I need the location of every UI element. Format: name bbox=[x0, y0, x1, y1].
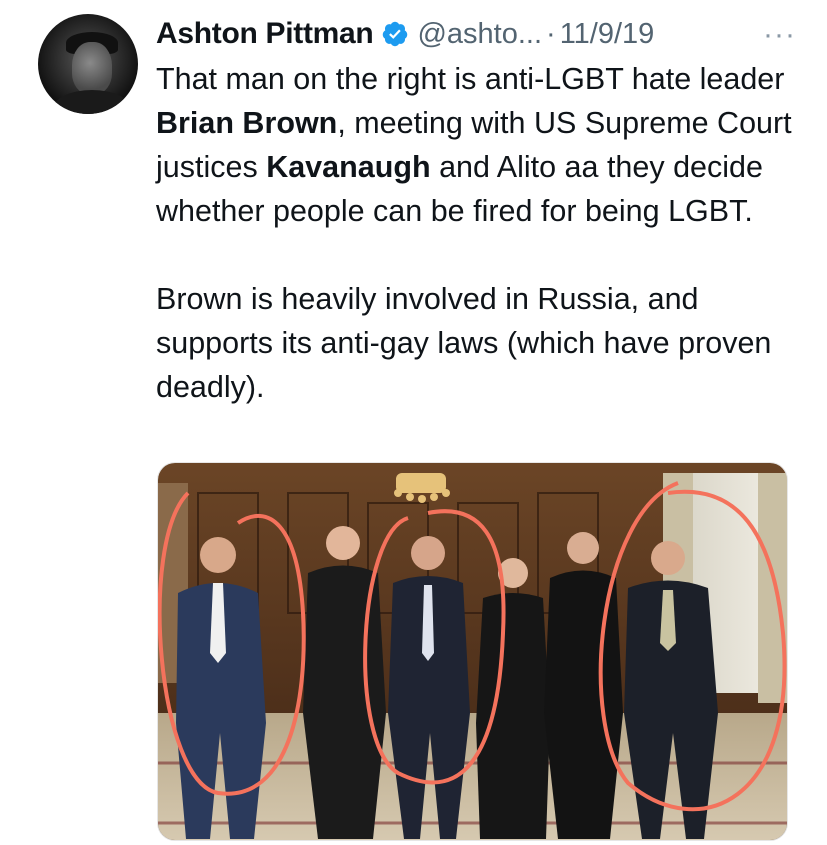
tweet-paragraph-1: That man on the right is anti-LGBT hate … bbox=[156, 62, 792, 228]
photo-illustration bbox=[158, 463, 787, 840]
tweet-paragraph-2: Brown is heavily involved in Russia, and… bbox=[156, 282, 772, 404]
bold-kavanaugh: Kavanaugh bbox=[266, 150, 431, 184]
author-avatar[interactable] bbox=[38, 14, 138, 114]
avatar-shoulders bbox=[52, 90, 132, 114]
tweet-header: Ashton Pittman @ashto... · 11/9/19 ··· bbox=[156, 14, 796, 54]
tweet-photo[interactable] bbox=[157, 462, 788, 841]
tweet-date[interactable]: 11/9/19 bbox=[560, 18, 655, 51]
separator-dot: · bbox=[546, 17, 556, 50]
tweet-text: That man on the right is anti-LGBT hate … bbox=[156, 57, 796, 409]
bold-brian-brown: Brian Brown bbox=[156, 106, 338, 140]
avatar-face bbox=[72, 42, 112, 94]
verified-badge-icon bbox=[383, 21, 408, 47]
author-handle[interactable]: @ashto... bbox=[417, 18, 542, 51]
more-options-icon[interactable]: ··· bbox=[763, 18, 796, 52]
author-name[interactable]: Ashton Pittman bbox=[156, 17, 374, 51]
